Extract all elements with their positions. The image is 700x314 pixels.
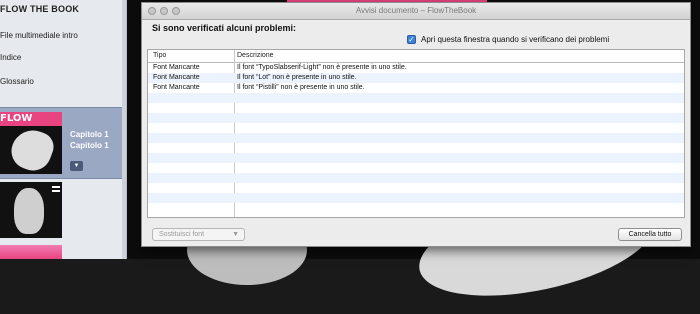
empty-row — [148, 203, 684, 213]
cell-description: Il font “Pistilli” non è presente in uno… — [237, 84, 365, 91]
clear-all-button[interactable]: Cancella tutto — [618, 228, 682, 241]
page-thumbnail-next[interactable] — [0, 245, 62, 259]
document-warnings-dialog: Avvisi documento – FlowTheBook Si sono v… — [141, 2, 691, 247]
cell-type: Font Mancante — [153, 84, 200, 91]
empty-row — [148, 123, 684, 133]
table-row[interactable]: Font Mancante Il font “Pistilli” non è p… — [148, 83, 684, 93]
empty-row — [148, 163, 684, 173]
empty-row — [148, 193, 684, 203]
chevron-down-icon: ▼ — [232, 231, 239, 238]
empty-row — [148, 143, 684, 153]
chapter-thumbnail-text: FLOW — [0, 113, 33, 124]
equals-icon — [52, 186, 60, 192]
open-on-problems-label: Apri questa finestra quando si verifican… — [421, 35, 610, 44]
sidebar-item-indice[interactable]: Indice — [0, 53, 21, 62]
empty-row — [148, 133, 684, 143]
chapter-sublabel: Capitolo 1 — [70, 141, 109, 150]
column-header-description[interactable]: Descrizione — [237, 52, 274, 59]
table-row[interactable]: Font Mancante Il font “Lot” non è presen… — [148, 73, 684, 83]
sidebar-scrollbar[interactable] — [122, 0, 126, 259]
replace-font-dropdown[interactable]: Sostituisci font ▼ — [152, 228, 245, 241]
dialog-heading: Si sono verificati alcuni problemi: — [152, 23, 297, 33]
cell-description: Il font “TypoSlabserif-Light” non è pres… — [237, 64, 407, 71]
chapter-thumbnail: FLOW — [0, 112, 62, 174]
empty-row — [148, 173, 684, 183]
sidebar-item-glossario[interactable]: Glossario — [0, 77, 34, 86]
column-header-type[interactable]: Tipo — [153, 52, 166, 59]
empty-row — [148, 153, 684, 163]
empty-row — [148, 183, 684, 193]
open-on-problems-checkbox[interactable]: ✓ — [407, 35, 416, 44]
dialog-footer: Sostituisci font ▼ Cancella tutto — [142, 222, 690, 246]
table-header: Tipo Descrizione — [148, 50, 684, 63]
cell-description: Il font “Lot” non è presente in uno stil… — [237, 74, 357, 81]
dialog-title: Avvisi documento – FlowTheBook — [355, 6, 477, 15]
chevron-down-icon[interactable]: ▼ — [70, 161, 83, 171]
cell-type: Font Mancante — [153, 64, 200, 71]
empty-row — [148, 103, 684, 113]
empty-row — [148, 93, 684, 103]
book-title: FLOW THE BOOK — [0, 4, 80, 14]
sidebar-item-file-multimediale-intro[interactable]: File multimediale intro — [0, 31, 78, 40]
table-row[interactable]: Font Mancante Il font “TypoSlabserif-Lig… — [148, 63, 684, 73]
chapter-label: Capitolo 1 — [70, 130, 109, 139]
replace-font-label: Sostituisci font — [159, 231, 205, 238]
empty-row — [148, 113, 684, 123]
page-thumbnail[interactable] — [0, 182, 62, 238]
problems-table: Tipo Descrizione Font Mancante Il font “… — [147, 49, 685, 218]
dialog-titlebar: Avvisi documento – FlowTheBook — [142, 3, 690, 20]
cell-type: Font Mancante — [153, 74, 200, 81]
sidebar: FLOW THE BOOK File multimediale intro In… — [0, 0, 127, 259]
